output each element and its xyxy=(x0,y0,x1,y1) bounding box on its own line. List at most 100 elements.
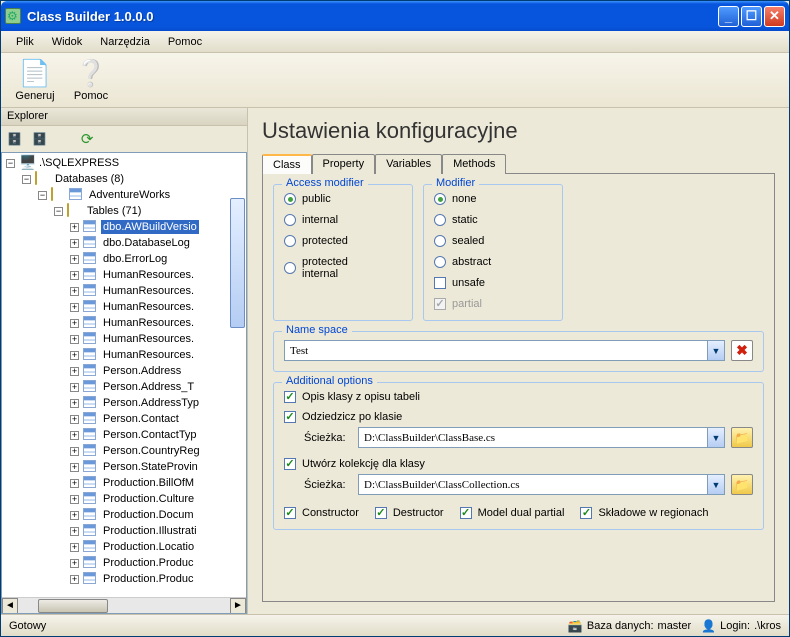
expand-icon[interactable]: + xyxy=(70,303,79,312)
collection-browse-button[interactable]: 📁 xyxy=(731,474,753,495)
opt-model[interactable]: Model dual partial xyxy=(460,507,565,519)
tree-row[interactable]: +HumanResources. xyxy=(2,315,246,331)
tab-variables[interactable]: Variables xyxy=(375,154,442,174)
server-remove-icon[interactable]: 🗄️ xyxy=(32,132,47,146)
expand-icon[interactable]: − xyxy=(22,175,31,184)
tree-row[interactable]: +Person.Contact xyxy=(2,411,246,427)
tree-row[interactable]: +Production.Produc xyxy=(2,571,246,587)
opt-destructor[interactable]: Destructor xyxy=(375,507,444,519)
namespace-dropdown-button[interactable]: ▼ xyxy=(707,340,725,361)
modifier-option-abstract[interactable]: abstract xyxy=(434,256,552,268)
access-option-public[interactable]: public xyxy=(284,193,402,205)
menu-file[interactable]: Plik xyxy=(7,34,43,50)
tab-class[interactable]: Class xyxy=(262,154,312,174)
inherit-browse-button[interactable]: 📁 xyxy=(731,427,753,448)
generate-button[interactable]: 📄 Generuj xyxy=(7,55,63,107)
tree-row[interactable]: +HumanResources. xyxy=(2,331,246,347)
modifier-unsafe[interactable]: unsafe xyxy=(434,277,552,289)
expand-icon[interactable]: + xyxy=(70,511,79,520)
help-button[interactable]: ❔ Pomoc xyxy=(63,55,119,107)
expand-icon[interactable]: − xyxy=(6,159,15,168)
tree-row[interactable]: −AdventureWorks xyxy=(2,187,246,203)
tree-row[interactable]: +Person.ContactTyp xyxy=(2,427,246,443)
expand-icon[interactable]: + xyxy=(70,351,79,360)
tab-property[interactable]: Property xyxy=(312,154,376,174)
tree-row[interactable]: −Databases (8) xyxy=(2,171,246,187)
tree-row[interactable]: +Person.AddressTyp xyxy=(2,395,246,411)
namespace-delete-button[interactable]: ✖ xyxy=(731,340,753,361)
expand-icon[interactable]: − xyxy=(54,207,63,216)
tree-scrollbar-h[interactable]: ◄ ► xyxy=(2,597,246,613)
tree-row[interactable]: +Person.CountryReg xyxy=(2,443,246,459)
opt-regions[interactable]: Składowe w regionach xyxy=(580,507,708,519)
tree-row[interactable]: +Production.Culture xyxy=(2,491,246,507)
tree-row[interactable]: +Production.Locatio xyxy=(2,539,246,555)
tree-row[interactable]: +dbo.DatabaseLog xyxy=(2,235,246,251)
collection-path-input[interactable] xyxy=(358,474,707,495)
tree-row[interactable]: +dbo.AWBuildVersio xyxy=(2,219,246,235)
tree-row[interactable]: +dbo.ErrorLog xyxy=(2,251,246,267)
tree[interactable]: −🖥️.\SQLEXPRESS−Databases (8)−AdventureW… xyxy=(2,153,246,597)
access-option-protected[interactable]: protected xyxy=(284,235,402,247)
tab-methods[interactable]: Methods xyxy=(442,154,506,174)
expand-icon[interactable]: + xyxy=(70,287,79,296)
expand-icon[interactable]: + xyxy=(70,223,79,232)
opt-inherit[interactable]: Odziedzicz po klasie xyxy=(284,411,753,423)
collection-path-combo[interactable]: ▼ xyxy=(358,474,725,495)
opt-class-description[interactable]: Opis klasy z opisu tabeli xyxy=(284,391,753,403)
expand-icon[interactable]: + xyxy=(70,431,79,440)
expand-icon[interactable]: + xyxy=(70,559,79,568)
expand-icon[interactable]: + xyxy=(70,239,79,248)
expand-icon[interactable]: + xyxy=(70,463,79,472)
expand-icon[interactable]: + xyxy=(70,399,79,408)
maximize-button[interactable]: ☐ xyxy=(741,6,762,27)
expand-icon[interactable]: + xyxy=(70,543,79,552)
expand-icon[interactable]: + xyxy=(70,367,79,376)
expand-icon[interactable]: + xyxy=(70,527,79,536)
access-option-internal[interactable]: internal xyxy=(284,214,402,226)
tree-row[interactable]: −Tables (71) xyxy=(2,203,246,219)
expand-icon[interactable]: + xyxy=(70,575,79,584)
access-option-protected-internal[interactable]: protectedinternal xyxy=(284,256,402,280)
modifier-option-sealed[interactable]: sealed xyxy=(434,235,552,247)
refresh-icon[interactable]: ⟳ xyxy=(81,130,94,148)
modifier-option-none[interactable]: none xyxy=(434,193,552,205)
expand-icon[interactable]: + xyxy=(70,447,79,456)
menu-help[interactable]: Pomoc xyxy=(159,34,211,50)
expand-icon[interactable]: + xyxy=(70,255,79,264)
tree-row[interactable]: +Production.Docum xyxy=(2,507,246,523)
titlebar[interactable]: Class Builder 1.0.0.0 _ ☐ ✕ xyxy=(1,1,789,31)
inherit-path-dropdown[interactable]: ▼ xyxy=(707,427,725,448)
inherit-path-combo[interactable]: ▼ xyxy=(358,427,725,448)
modifier-option-static[interactable]: static xyxy=(434,214,552,226)
tree-row[interactable]: +Production.Illustrati xyxy=(2,523,246,539)
scroll-thumb-h[interactable] xyxy=(38,599,108,613)
scroll-right-button[interactable]: ► xyxy=(230,598,246,614)
minimize-button[interactable]: _ xyxy=(718,6,739,27)
tree-row[interactable]: +Person.StateProvin xyxy=(2,459,246,475)
expand-icon[interactable]: + xyxy=(70,271,79,280)
tree-row[interactable]: +Person.Address_T xyxy=(2,379,246,395)
tree-row[interactable]: +HumanResources. xyxy=(2,267,246,283)
expand-icon[interactable]: + xyxy=(70,479,79,488)
expand-icon[interactable]: + xyxy=(70,335,79,344)
expand-icon[interactable]: + xyxy=(70,495,79,504)
close-button[interactable]: ✕ xyxy=(764,6,785,27)
tree-row[interactable]: +HumanResources. xyxy=(2,283,246,299)
opt-constructor[interactable]: Constructor xyxy=(284,507,359,519)
tree-row[interactable]: +Person.Address xyxy=(2,363,246,379)
tree-scrollbar-v[interactable] xyxy=(230,198,245,328)
tree-row[interactable]: +Production.BillOfM xyxy=(2,475,246,491)
scroll-left-button[interactable]: ◄ xyxy=(2,598,18,614)
tree-row[interactable]: +Production.Produc xyxy=(2,555,246,571)
tree-row[interactable]: +HumanResources. xyxy=(2,347,246,363)
expand-icon[interactable]: − xyxy=(38,191,47,200)
expand-icon[interactable]: + xyxy=(70,383,79,392)
menu-view[interactable]: Widok xyxy=(43,34,92,50)
tree-row[interactable]: +HumanResources. xyxy=(2,299,246,315)
server-add-icon[interactable]: 🗄️ xyxy=(7,132,22,146)
expand-icon[interactable]: + xyxy=(70,319,79,328)
tree-row[interactable]: −🖥️.\SQLEXPRESS xyxy=(2,155,246,171)
menu-tools[interactable]: Narzędzia xyxy=(91,34,159,50)
namespace-combo[interactable]: ▼ xyxy=(284,340,725,361)
